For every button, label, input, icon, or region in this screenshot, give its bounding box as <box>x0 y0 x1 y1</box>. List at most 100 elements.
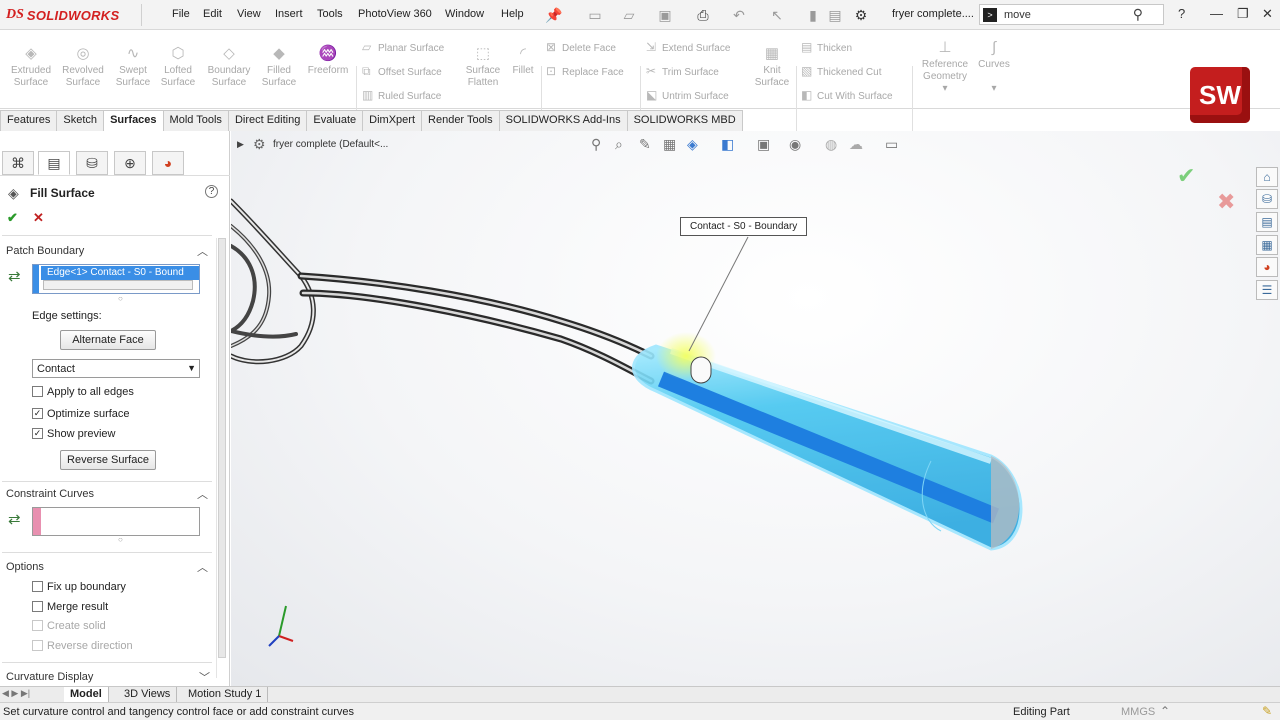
minimize-icon[interactable]: — <box>1210 6 1223 21</box>
save-icon[interactable]: ▣ <box>656 6 674 24</box>
configurationmanager-tab[interactable]: ⛁ <box>76 151 108 175</box>
print-icon[interactable]: ⎙ <box>694 6 712 24</box>
graphics-area[interactable]: ▶ ⚙ fryer complete (Default<... ⚲ ⌕ ✎ ▦ … <box>231 131 1280 686</box>
sw-3d-logo[interactable]: SW <box>1190 67 1250 123</box>
previous-view-icon[interactable]: ✎ <box>639 136 651 153</box>
units-selector[interactable]: MMGS <box>1121 706 1155 718</box>
confirm-ok-icon[interactable]: ✔ <box>1177 163 1195 189</box>
menu-edit[interactable]: Edit <box>203 8 222 20</box>
delete-face-button[interactable]: ⊠ Delete Face <box>546 41 616 55</box>
offset-surface-button[interactable]: ⧉ Offset Surface <box>362 65 442 79</box>
apply-all-edges-checkbox[interactable] <box>32 386 43 397</box>
selected-edge-item[interactable]: Edge<1> Contact - S0 - Bound <box>41 266 199 280</box>
planar-surface-button[interactable]: ▱ Planar Surface <box>362 41 444 55</box>
reverse-surface-button[interactable]: Reverse Surface <box>60 450 156 470</box>
resize-handle-icon[interactable]: ○ <box>118 535 123 544</box>
file-explorer-icon[interactable]: ▤ <box>1256 212 1278 232</box>
swept-surface-button[interactable]: ∿ Swept Surface <box>110 45 156 89</box>
appearances-icon[interactable]: ◕ <box>1256 257 1278 277</box>
menu-file[interactable]: File <box>172 8 190 20</box>
search-box[interactable]: > move ⚲ <box>979 4 1164 25</box>
units-menu-chevron-icon[interactable]: ⌃ <box>1160 704 1170 718</box>
propertymanager-tab[interactable]: ▤ <box>38 151 70 175</box>
zoom-to-fit-icon[interactable]: ⚲ <box>591 136 601 153</box>
pencil-icon[interactable]: ✎ <box>1262 704 1272 718</box>
surface-flatten-button[interactable]: ⬚ Surface Flatten <box>460 45 506 89</box>
search-icon[interactable]: ⚲ <box>1133 6 1143 23</box>
patch-boundary-list[interactable]: Edge<1> Contact - S0 - Bound <box>32 264 200 294</box>
merge-result-checkbox[interactable] <box>32 601 43 612</box>
freeform-button[interactable]: ♒ Freeform <box>304 45 352 77</box>
tab-mold-tools[interactable]: Mold Tools <box>162 110 229 131</box>
tab-motion-study[interactable]: Motion Study 1 <box>182 687 269 702</box>
extruded-surface-button[interactable]: ◈ Extruded Surface <box>8 45 54 89</box>
revolved-surface-button[interactable]: ◎ Revolved Surface <box>60 45 106 89</box>
view-palette-icon[interactable]: ▦ <box>1256 235 1278 255</box>
collapse-chevron-icon[interactable]: ︿ <box>197 486 208 502</box>
resize-handle-icon[interactable]: ○ <box>118 294 123 303</box>
tab-mbd[interactable]: SOLIDWORKS MBD <box>626 110 743 131</box>
display-style-icon[interactable]: ▣ <box>757 136 770 153</box>
trim-surface-button[interactable]: ✂ Trim Surface <box>646 65 719 79</box>
custom-properties-icon[interactable]: ☰ <box>1256 280 1278 300</box>
featuremanager-tab[interactable]: ⌘ <box>2 151 34 175</box>
view-orientation-icon[interactable]: ◧ <box>721 136 734 153</box>
expand-chevron-icon[interactable]: ﹀ <box>199 669 210 685</box>
pin-icon[interactable]: 📌 <box>545 6 563 24</box>
tab-addins[interactable]: SOLIDWORKS Add-Ins <box>498 110 628 131</box>
apply-scene-icon[interactable]: ☁ <box>849 136 863 153</box>
hide-show-icon[interactable]: ◉ <box>789 136 801 153</box>
menu-tools[interactable]: Tools <box>317 8 343 20</box>
list-scrollbar[interactable] <box>43 280 193 290</box>
create-solid-checkbox[interactable] <box>32 620 43 631</box>
help-icon[interactable]: ? <box>205 185 218 198</box>
reverse-direction-checkbox[interactable] <box>32 640 43 651</box>
search-input[interactable]: move <box>1004 9 1031 21</box>
tab-direct-editing[interactable]: Direct Editing <box>227 110 308 131</box>
optimize-surface-checkbox[interactable]: ✓ <box>32 408 43 419</box>
confirm-cancel-icon[interactable]: ✖ <box>1217 189 1235 215</box>
thicken-button[interactable]: ▤ Thicken <box>801 41 852 55</box>
restore-icon[interactable]: ❐ <box>1237 6 1249 22</box>
expand-tree-icon[interactable]: ▶ <box>237 139 244 150</box>
show-preview-checkbox[interactable]: ✓ <box>32 428 43 439</box>
tab-dimxpert[interactable]: DimXpert <box>362 110 423 131</box>
design-library-icon[interactable]: ⛁ <box>1256 189 1278 209</box>
zoom-area-icon[interactable]: ⌕ <box>615 136 623 153</box>
menu-window[interactable]: Window <box>445 8 484 20</box>
curves-button[interactable]: ∫ Curves ▾ <box>976 39 1012 95</box>
menu-view[interactable]: View <box>237 8 261 20</box>
menu-photoview[interactable]: PhotoView 360 <box>358 8 432 20</box>
filled-surface-button[interactable]: ◆ Filled Surface <box>257 45 301 89</box>
solidworks-logo[interactable]: DS SOLIDWORKS <box>6 4 142 26</box>
ok-check-icon[interactable]: ✔ <box>7 210 18 226</box>
panel-scrollbar[interactable] <box>216 238 226 678</box>
reference-geometry-button[interactable]: ⊥ Reference Geometry ▾ <box>918 39 972 95</box>
thickened-cut-button[interactable]: ▧ Thickened Cut <box>801 65 881 79</box>
tab-sketch[interactable]: Sketch <box>56 110 105 131</box>
collapse-chevron-icon[interactable]: ︿ <box>197 559 208 575</box>
menu-insert[interactable]: Insert <box>275 8 303 20</box>
boundary-surface-button[interactable]: ◇ Boundary Surface <box>203 45 255 89</box>
feature-tree-root[interactable]: fryer complete (Default<... <box>273 139 388 150</box>
select-icon[interactable]: ↖ <box>768 6 786 24</box>
new-document-icon[interactable]: ▭ <box>586 6 604 24</box>
condition-select[interactable]: Contact ▼ <box>32 359 200 378</box>
tab-evaluate[interactable]: Evaluate <box>306 110 364 131</box>
tab-features[interactable]: Features <box>0 110 58 131</box>
file-properties-icon[interactable]: ▤ <box>826 6 844 24</box>
untrim-surface-button[interactable]: ⬕ Untrim Surface <box>646 89 729 103</box>
knit-surface-button[interactable]: ▦ Knit Surface <box>754 45 790 89</box>
alternate-face-button[interactable]: Alternate Face <box>60 330 156 350</box>
scrollbar-thumb[interactable] <box>218 238 226 658</box>
tab-render-tools[interactable]: Render Tools <box>421 110 500 131</box>
close-icon[interactable]: ✕ <box>1262 6 1273 22</box>
cancel-x-icon[interactable]: ✕ <box>33 210 44 226</box>
fix-up-boundary-checkbox[interactable] <box>32 581 43 592</box>
tab-scroll-arrows-icon[interactable]: ◀ ▶ ▶| <box>2 688 30 699</box>
edit-appearance-icon[interactable]: ◍ <box>825 136 837 153</box>
collapse-chevron-icon[interactable]: ︿ <box>197 243 208 259</box>
extend-surface-button[interactable]: ⇲ Extend Surface <box>646 41 730 55</box>
constraint-curves-list[interactable] <box>32 507 200 536</box>
home-icon[interactable]: ⌂ <box>1256 167 1278 187</box>
